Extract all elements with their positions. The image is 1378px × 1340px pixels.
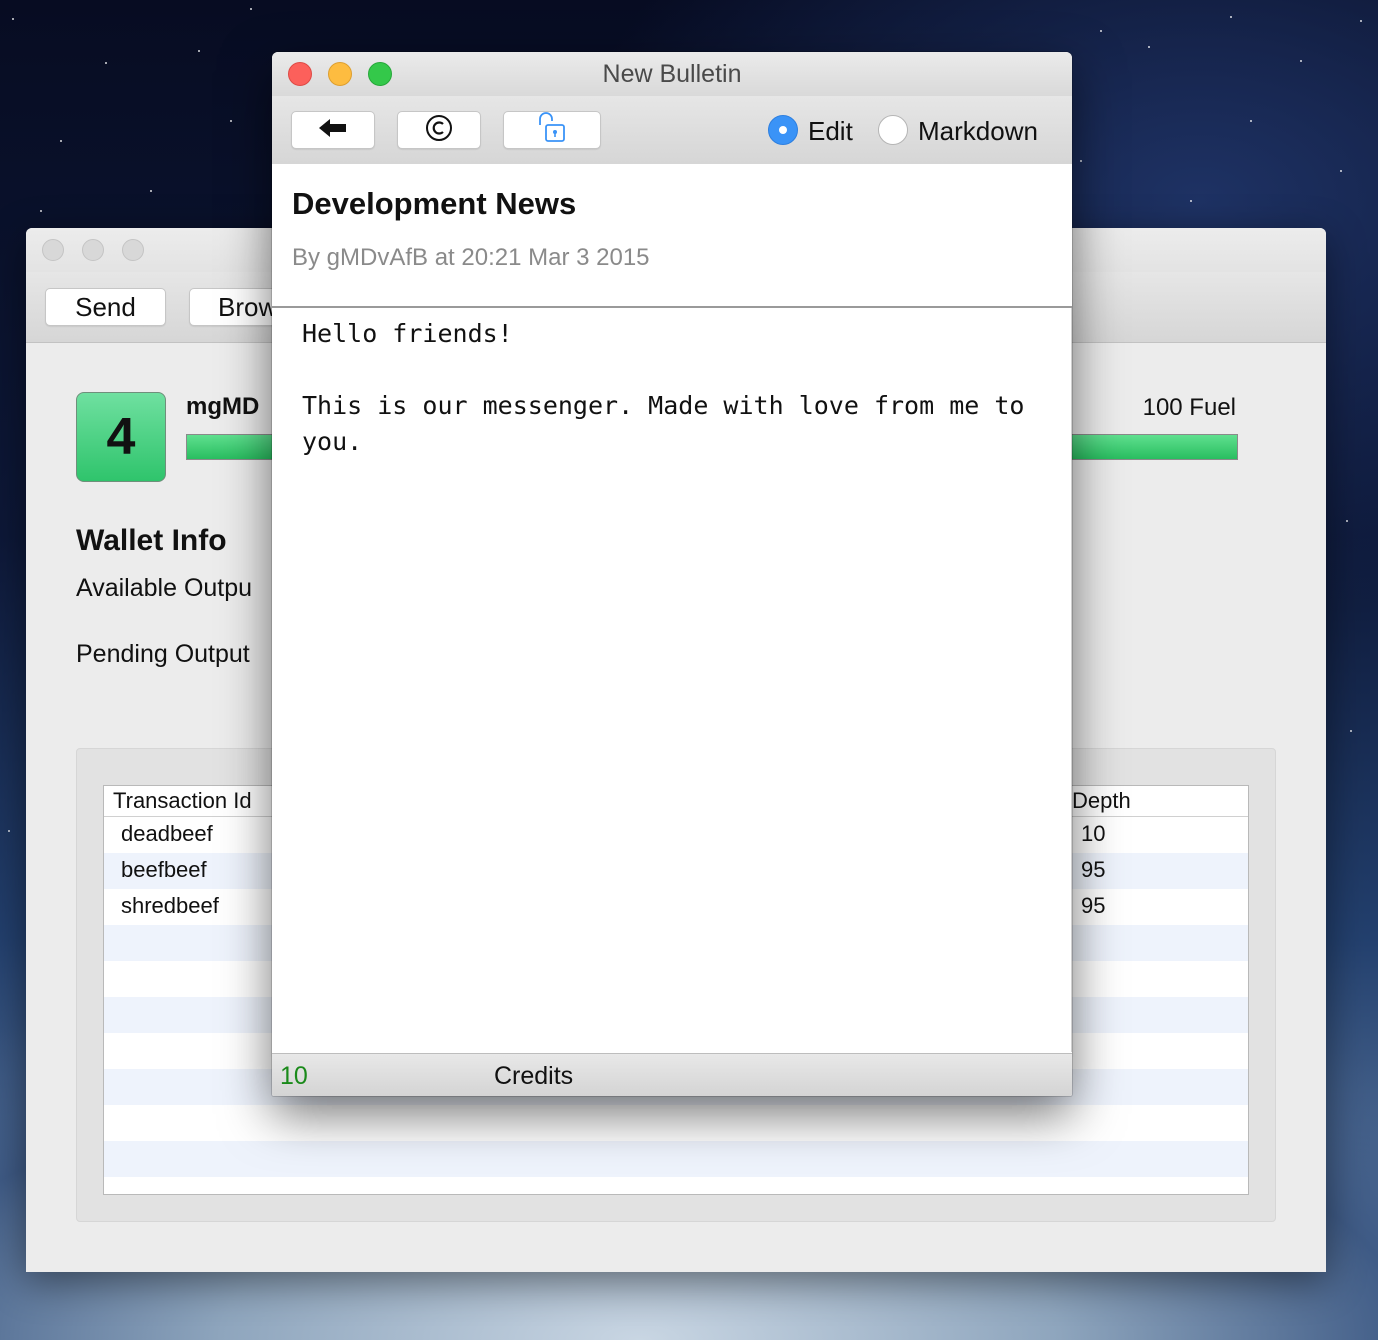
post-title: Development News — [292, 186, 577, 221]
available-outputs-label: Available Outpu — [76, 574, 253, 602]
post-body-text[interactable]: Hello friends! This is our messenger. Ma… — [302, 316, 1062, 460]
column-header-depth[interactable]: Depth — [1072, 788, 1131, 814]
minimize-button-inactive[interactable] — [82, 239, 104, 261]
score-badge: 4 — [76, 392, 166, 482]
edit-mode-label[interactable]: Edit — [808, 116, 853, 147]
post-header: Development News By gMDvAfB at 20:21 Mar… — [272, 164, 1072, 308]
fuel-label: 100 Fuel — [1142, 394, 1236, 421]
copyright-icon — [425, 114, 453, 147]
markdown-mode-label[interactable]: Markdown — [918, 116, 1038, 147]
pending-outputs-label: Pending Output — [76, 640, 250, 668]
cell-depth: 10 — [1081, 821, 1106, 846]
unlock-button[interactable] — [503, 111, 601, 149]
copyright-button[interactable] — [397, 111, 481, 149]
wallet-address: mgMD — [186, 393, 260, 420]
wallet-info-heading: Wallet Info — [76, 524, 227, 557]
bulletin-footer: 10 Credits — [272, 1053, 1072, 1096]
back-button[interactable] — [291, 111, 375, 149]
bulletin-toolbar: Edit Markdown — [272, 96, 1072, 165]
close-button-inactive[interactable] — [42, 239, 64, 261]
cell-depth: 95 — [1081, 893, 1106, 918]
bulletin-titlebar: New Bulletin — [272, 52, 1072, 97]
column-header-transaction-id[interactable]: Transaction Id — [113, 788, 252, 814]
new-bulletin-window: New Bulletin Edit Markdown Development N… — [272, 52, 1072, 1096]
cell-transaction-id: shredbeef — [121, 893, 219, 918]
post-body-editor[interactable]: Hello friends! This is our messenger. Ma… — [272, 308, 1072, 1052]
cell-transaction-id: deadbeef — [121, 821, 213, 846]
credits-value: 10 — [280, 1062, 308, 1090]
send-button[interactable]: Send — [45, 288, 166, 326]
credits-label: Credits — [494, 1062, 574, 1090]
unlock-icon — [536, 111, 568, 150]
window-title: New Bulletin — [602, 60, 742, 88]
edit-mode-radio[interactable] — [768, 115, 798, 145]
post-byline: By gMDvAfB at 20:21 Mar 3 2015 — [292, 244, 650, 271]
markdown-mode-radio[interactable] — [878, 115, 908, 145]
table-row-empty — [104, 1105, 1248, 1141]
table-row-empty — [104, 1141, 1248, 1177]
cell-transaction-id: beefbeef — [121, 857, 207, 882]
arrow-left-icon — [319, 118, 347, 142]
zoom-button-inactive[interactable] — [122, 239, 144, 261]
cell-depth: 95 — [1081, 857, 1106, 882]
